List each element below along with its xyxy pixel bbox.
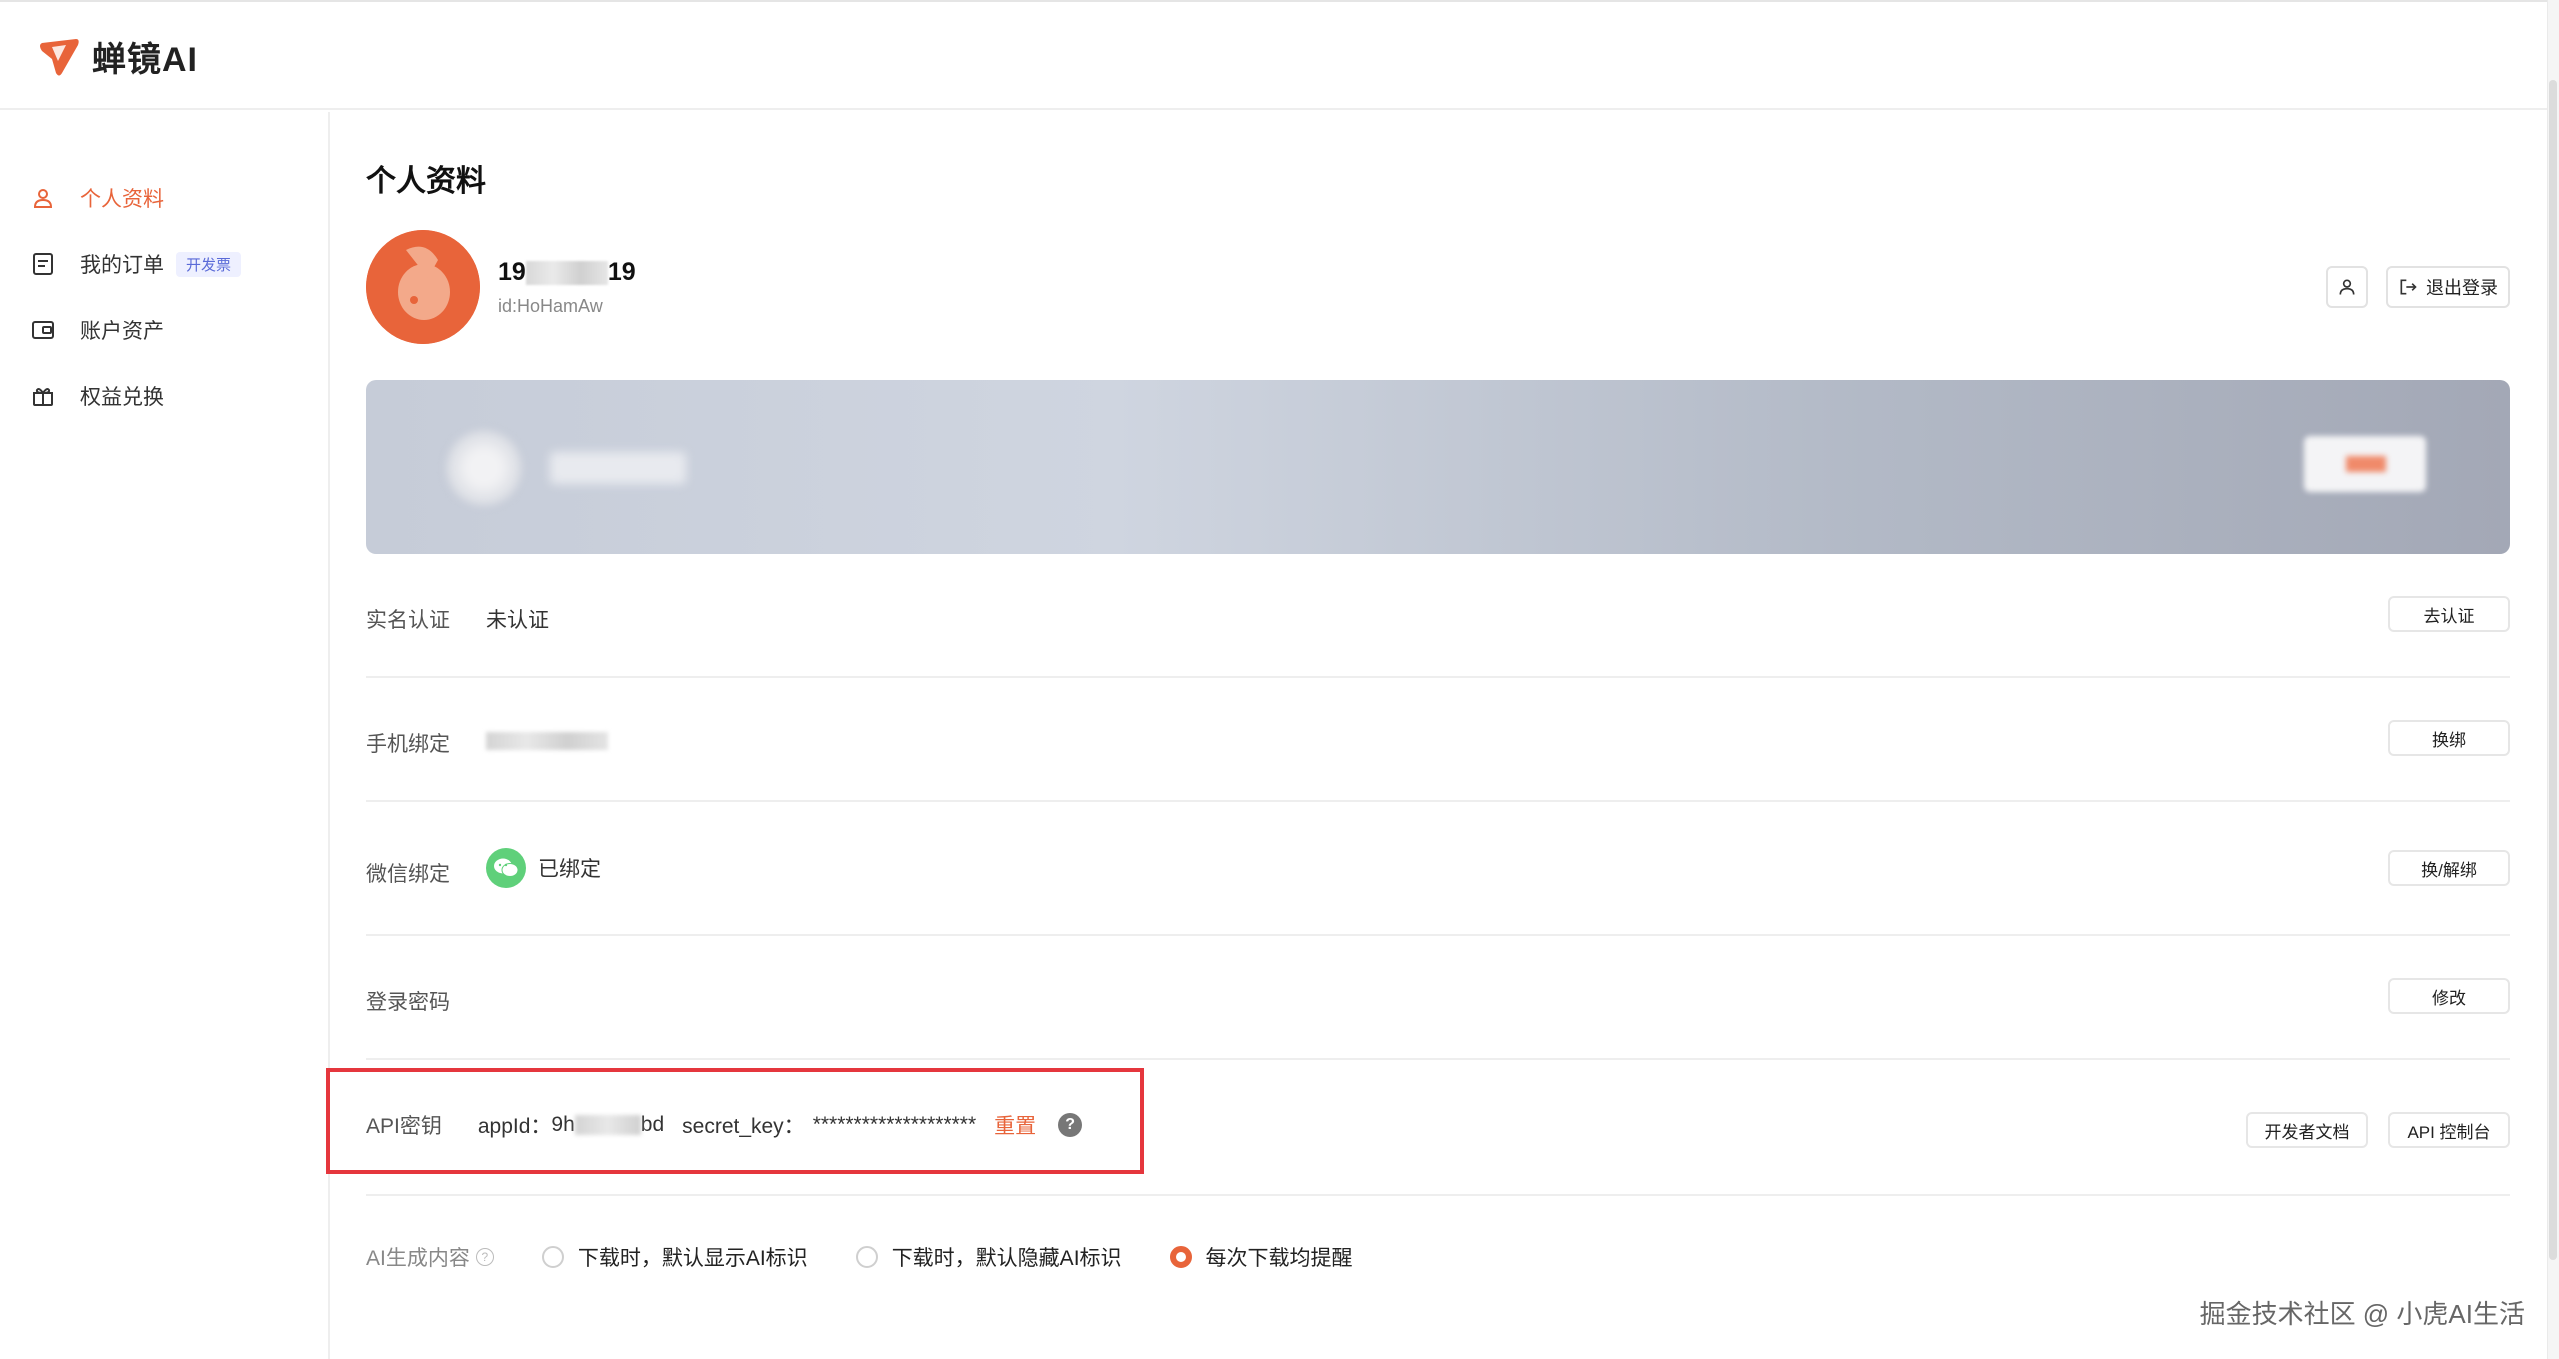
membership-banner: [366, 380, 2510, 554]
sidebar: 个人资料 我的订单 开发票 账户资产 权益兑换: [0, 112, 330, 1359]
password-label: 登录密码: [366, 991, 450, 1014]
app-header: 蝉镜AI: [0, 0, 2559, 110]
order-icon: [30, 251, 56, 277]
radio-circle: [541, 1246, 564, 1268]
brand-logo[interactable]: 蝉镜AI: [36, 32, 198, 81]
realname-status: 未认证: [486, 609, 549, 632]
password-row: 登录密码 修改: [366, 936, 2510, 1060]
appid-label: appId：: [477, 1115, 552, 1138]
brand-name: 蝉镜AI: [92, 41, 198, 79]
appid-suffix: bd: [640, 1113, 665, 1136]
change-password-button[interactable]: 修改: [2388, 978, 2510, 1014]
wechat-label: 微信绑定: [366, 863, 450, 886]
ai-content-row: AI生成内容 ? 下载时，默认显示AI标识 下载时，默认隐藏AI标识 每次下载均…: [366, 1242, 1401, 1272]
user-icon: [2339, 279, 2355, 295]
wechat-status: 已绑定: [486, 848, 601, 888]
radio-circle: [855, 1246, 878, 1268]
masked-phone: [486, 732, 608, 756]
watermark: 掘金技术社区 @ 小虎AI生活: [2199, 1299, 2525, 1329]
sidebar-item-label: 我的订单: [80, 254, 164, 277]
scrollbar-thumb[interactable]: [2549, 80, 2557, 1260]
page-scrollbar[interactable]: [2547, 0, 2559, 1359]
radio-show-ai-mark[interactable]: 下载时，默认显示AI标识: [541, 1242, 808, 1272]
secret-key-label: secret_key：: [682, 1115, 805, 1138]
ai-content-label: AI生成内容: [366, 1247, 470, 1270]
sidebar-item-label: 权益兑换: [80, 386, 164, 409]
user-id: id:HoHamAw: [498, 296, 603, 316]
developer-docs-button[interactable]: 开发者文档: [2246, 1112, 2368, 1148]
logo-icon: [40, 38, 79, 75]
blurred-button-accent: [2346, 456, 2386, 472]
invoice-badge[interactable]: 开发票: [176, 251, 242, 277]
avatar[interactable]: [366, 230, 480, 344]
api-key-info: API密钥 appId： 9h bd secret_key： *********…: [366, 1110, 1083, 1140]
user-icon: [30, 185, 56, 211]
reset-key-link[interactable]: 重置: [994, 1110, 1036, 1140]
radio-circle-checked: [1169, 1246, 1192, 1268]
blurred-badge-icon: [446, 430, 522, 506]
blurred-membership-text: [550, 452, 686, 484]
realname-row: 实名认证 未认证 去认证: [366, 554, 2510, 678]
page-title: 个人资料: [366, 165, 486, 198]
rebind-phone-button[interactable]: 换绑: [2388, 720, 2510, 756]
phone-label: 手机绑定: [366, 733, 450, 756]
sidebar-item-label: 个人资料: [80, 188, 164, 211]
api-key-label: API密钥: [366, 1115, 442, 1138]
help-icon[interactable]: ?: [1058, 1113, 1083, 1137]
sidebar-item-assets[interactable]: 账户资产: [30, 310, 164, 350]
realname-label: 实名认证: [366, 609, 450, 632]
wechat-row: 微信绑定 已绑定 换/解绑: [366, 802, 2510, 936]
username: 19 19: [498, 258, 636, 286]
logout-label: 退出登录: [2426, 278, 2498, 298]
api-console-button[interactable]: API 控制台: [2388, 1112, 2510, 1148]
sidebar-item-redeem[interactable]: 权益兑换: [30, 376, 164, 416]
sidebar-item-label: 账户资产: [80, 320, 164, 343]
logout-icon: [2400, 279, 2417, 295]
radio-remind-each-time[interactable]: 每次下载均提醒: [1169, 1242, 1353, 1272]
appid-prefix: 9h: [551, 1113, 575, 1136]
wallet-icon: [30, 317, 56, 343]
sidebar-item-orders[interactable]: 我的订单 开发票: [30, 244, 242, 284]
logout-button[interactable]: 退出登录: [2386, 266, 2510, 308]
gift-icon: [30, 383, 56, 409]
radio-hide-ai-mark[interactable]: 下载时，默认隐藏AI标识: [855, 1242, 1122, 1272]
wechat-rebind-button[interactable]: 换/解绑: [2388, 850, 2510, 886]
account-switch-button[interactable]: [2326, 266, 2368, 308]
masked-phone-digits: [525, 261, 608, 286]
question-icon[interactable]: ?: [475, 1248, 494, 1266]
avatar-image: [366, 230, 480, 344]
sidebar-item-profile[interactable]: 个人资料: [30, 178, 164, 218]
profile-actions: 退出登录: [2326, 266, 2510, 308]
masked-appid: [574, 1115, 641, 1135]
phone-row: 手机绑定 换绑: [366, 678, 2510, 802]
wechat-icon: [486, 848, 526, 888]
secret-key-value: ********************: [812, 1113, 977, 1136]
verify-button[interactable]: 去认证: [2388, 596, 2510, 632]
